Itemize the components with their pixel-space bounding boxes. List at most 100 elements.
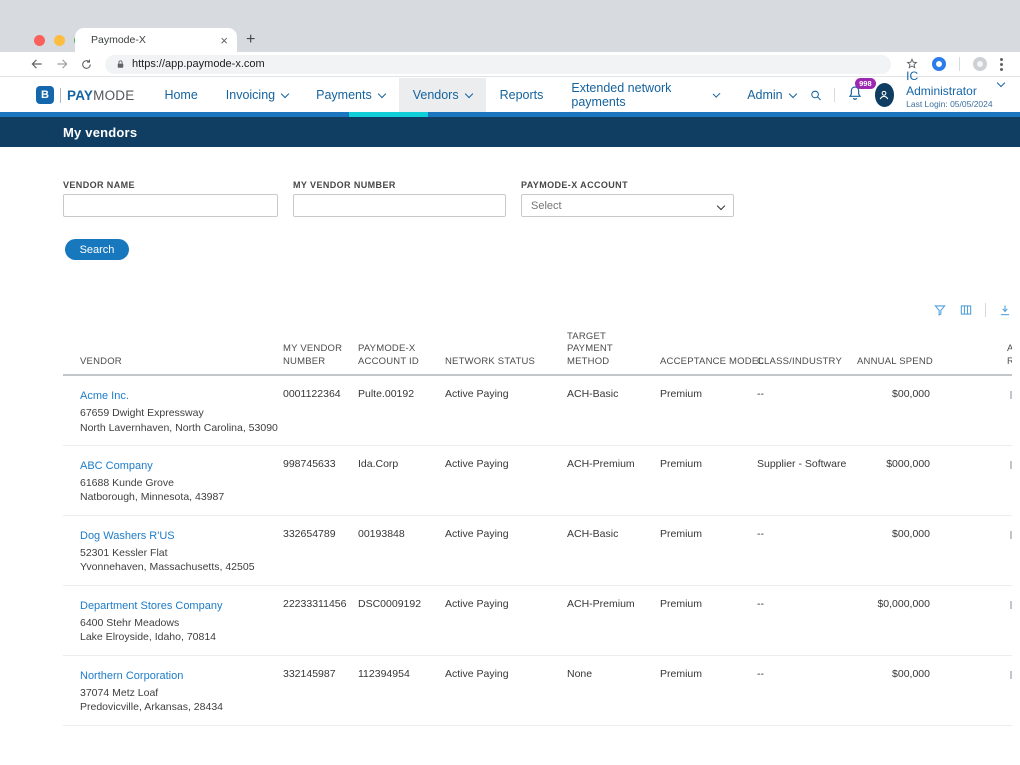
vendor-name-label: VENDOR NAME [63,180,278,190]
back-icon[interactable] [30,57,44,71]
notification-count-badge: 998 [855,78,876,90]
vendor-address-line1: 52301 Kessler Flat [80,546,275,560]
vendor-address-line1: 67659 Dwight Expressway [80,406,275,420]
search-button[interactable]: Search [65,239,129,260]
vendor-link[interactable]: Dog Washers R'US [80,530,175,542]
cell-target-payment-method: ACH-Premium [567,456,660,470]
chevron-down-icon [717,201,725,209]
select-value: Select [531,200,562,212]
table-row: Acme Inc. 67659 Dwight Expressway North … [63,376,1012,446]
vendor-link[interactable]: Department Stores Company [80,600,222,612]
url-text: https://app.paymode-x.com [132,58,265,70]
cell-my-vendor-number: 332654789 [283,526,358,540]
cell-account-id: 00193848 [358,526,445,540]
cell-account-id: Pulte.00192 [358,386,445,400]
truncated-cell [1010,461,1012,469]
forward-icon[interactable] [55,57,69,71]
cell-annual-spend: $00,000 [857,526,935,540]
chevron-down-icon [713,90,721,98]
column-header-annual-spend: ANNUAL SPEND [857,356,935,368]
paymode-account-select[interactable]: Select [521,194,734,217]
window-close-button[interactable] [34,35,45,46]
lock-icon [115,59,126,70]
page-title: My vendors [63,125,137,140]
column-header-vendor: VENDOR [63,356,283,368]
window-minimize-button[interactable] [54,35,65,46]
refresh-icon[interactable] [80,58,93,71]
tab-title: Paymode-X [91,34,220,46]
chevron-down-icon [464,89,472,97]
cell-network-status: Active Paying [445,596,567,610]
notifications-bell[interactable]: 998 [847,85,863,106]
vendor-link[interactable]: ABC Company [80,460,153,472]
my-vendor-number-field-group: MY VENDOR NUMBER [293,180,506,217]
new-tab-button[interactable]: + [246,31,255,49]
cell-network-status: Active Paying [445,526,567,540]
search-icon[interactable] [810,88,822,103]
vendor-address-line2: Lake Elroyside, Idaho, 70814 [80,630,275,644]
cell-class-industry: Supplier - Software [757,456,857,470]
chevron-down-icon [377,89,385,97]
vendor-name-input[interactable] [63,194,278,217]
cell-target-payment-method: ACH-Premium [567,596,660,610]
cell-my-vendor-number: 22233311456 [283,596,358,610]
app-navbar: B PAYMODE Home Invoicing Payments Vendor… [0,78,1020,112]
paymode-account-field-group: PAYMODE-X ACCOUNT Select [521,180,734,217]
cell-acceptance-model: Premium [660,456,757,470]
download-icon[interactable] [998,303,1012,317]
column-header-my-vendor-number: MY VENDOR NUMBER [283,343,358,368]
truncated-cell [1010,531,1012,539]
nav-item-vendors[interactable]: Vendors [399,78,486,112]
search-form: VENDOR NAME MY VENDOR NUMBER PAYMODE-X A… [63,180,1020,217]
cell-annual-spend: $00,000 [857,666,935,680]
vendor-address-line1: 6400 Stehr Meadows [80,616,275,630]
cell-network-status: Active Paying [445,456,567,470]
avatar[interactable] [875,83,895,107]
cell-annual-spend: $0,000,000 [857,596,935,610]
my-vendor-number-label: MY VENDOR NUMBER [293,180,506,190]
filter-icon[interactable] [933,303,947,317]
cell-my-vendor-number: 332145987 [283,666,358,680]
my-vendor-number-input[interactable] [293,194,506,217]
nav-item-extended-network-payments[interactable]: Extended network payments [557,78,733,112]
toolbar-divider [985,303,986,317]
address-bar[interactable]: https://app.paymode-x.com [105,55,891,74]
person-icon [877,88,891,102]
vendor-address-line2: Yvonnehaven, Massachusetts, 42505 [80,560,275,574]
truncated-cell [1010,391,1012,399]
columns-icon[interactable] [959,303,973,317]
vendor-link[interactable]: Northern Corporation [80,670,183,682]
browser-toolbar: https://app.paymode-x.com [0,52,1020,77]
column-header-network-status: NETWORK STATUS [445,356,567,368]
nav-item-reports[interactable]: Reports [486,78,558,112]
browser-tab-strip: Paymode-X × + [0,0,1020,52]
vendor-link[interactable]: Acme Inc. [80,390,129,402]
chevron-down-icon [788,89,796,97]
tab-close-icon[interactable]: × [220,34,228,47]
nav-item-admin[interactable]: Admin [733,78,809,112]
nav-item-home[interactable]: Home [150,78,211,112]
table-toolbar [63,302,1012,318]
chevron-down-icon [997,79,1005,87]
nav-item-invoicing[interactable]: Invoicing [212,78,302,112]
cell-my-vendor-number: 998745633 [283,456,358,470]
browser-tab[interactable]: Paymode-X × [75,28,237,52]
paymode-logo[interactable]: B PAYMODE [36,78,134,112]
cell-target-payment-method: None [567,666,660,680]
nav-item-payments[interactable]: Payments [302,78,399,112]
cell-annual-spend: $000,000 [857,456,935,470]
cell-annual-spend: $00,000 [857,386,935,400]
table-row: Department Stores Company 6400 Stehr Mea… [63,586,1012,656]
vendors-table: VENDOR MY VENDOR NUMBER PAYMODE-X ACCOUN… [63,302,1012,726]
table-row: Dog Washers R'US 52301 Kessler Flat Yvon… [63,516,1012,586]
table-header-row: VENDOR MY VENDOR NUMBER PAYMODE-X ACCOUN… [63,331,1012,376]
vendor-address-line1: 61688 Kunde Grove [80,476,275,490]
cell-account-id: DSC0009192 [358,596,445,610]
cell-target-payment-method: ACH-Basic [567,386,660,400]
truncated-cell [1010,671,1012,679]
brand-wordmark: PAYMODE [67,88,134,103]
nav-divider [834,88,835,102]
vendor-address-line1: 37074 Metz Loaf [80,686,275,700]
vendor-name-field-group: VENDOR NAME [63,180,278,217]
logo-separator [60,88,61,103]
